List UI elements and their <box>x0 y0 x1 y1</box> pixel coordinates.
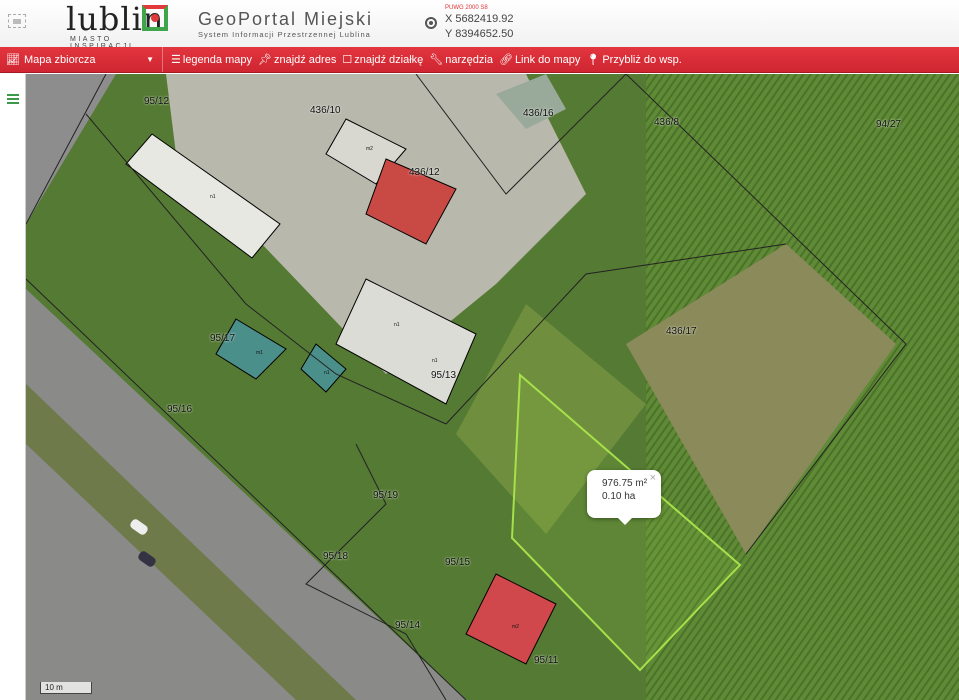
link-icon: 🔗︎ <box>498 54 513 66</box>
close-icon[interactable]: × <box>650 472 656 485</box>
tools-button[interactable]: 🔧︎ narzędzia <box>429 53 493 67</box>
parcel-label: 95/14 <box>395 620 421 631</box>
parcel-label: 95/15 <box>445 557 471 568</box>
parcel-label: 95/13 <box>431 370 457 381</box>
building-label: n1 <box>324 370 330 376</box>
parcel-label: 95/16 <box>167 404 193 415</box>
chevron-down-icon: ▼ <box>146 55 154 64</box>
sidebar <box>0 74 26 700</box>
zoom-to-coords-label: Przybliż do wsp. <box>602 53 682 66</box>
square-icon: ☐ <box>342 54 353 66</box>
map-link-button[interactable]: 🔗︎ Link do mapy <box>498 53 581 67</box>
coord-system: PUWG 2000 S8 <box>445 5 488 11</box>
map-link-label: Link do mapy <box>514 53 581 66</box>
area-popup: × 976.75 m² 0.10 ha <box>587 470 661 525</box>
header: lublin MIASTO INSPIRACJI GeoPortal Miejs… <box>0 0 959 50</box>
app-subtitle: System Informacji Przestrzennej Lublina <box>198 30 371 39</box>
building-label: n1 <box>210 194 216 200</box>
logo-mark-icon <box>142 5 168 31</box>
parcel-label: 95/12 <box>144 96 170 107</box>
map-canvas[interactable]: 95/12 436/10 436/16 436/8 94/27 436/12 4… <box>26 74 959 700</box>
building-label: n1 <box>394 322 400 328</box>
fullscreen-icon[interactable] <box>8 14 26 28</box>
find-address-label: znajdź adres <box>273 53 337 66</box>
find-parcel-button[interactable]: ☐ znajdź działkę <box>342 53 424 67</box>
list-icon: ☰ <box>171 54 181 66</box>
coord-y: Y 8394652.50 <box>445 28 514 40</box>
parcel-label: 436/12 <box>409 167 440 178</box>
chart-line-icon: 📈︎ <box>6 54 20 66</box>
pin-icon: 📌︎ <box>257 54 272 66</box>
toolbar: 📈︎ Mapa zbiorcza ▼ ☰ legenda mapy 📌︎ znajd… <box>0 47 959 73</box>
parcel-label: 436/16 <box>523 108 554 119</box>
lublin-logo[interactable]: lublin MIASTO INSPIRACJI <box>38 0 173 50</box>
zoom-to-coords-button[interactable]: 📍︎ Przybliż do wsp. <box>586 53 682 67</box>
coord-x: X 5682419.92 <box>445 13 514 25</box>
parcel-label: 436/17 <box>666 326 697 337</box>
scale-bar: 10 m <box>40 682 92 694</box>
building-label: m2 <box>512 624 519 630</box>
parcel-label: 95/11 <box>534 655 559 666</box>
app-title: GeoPortal Miejski <box>198 9 374 29</box>
wrench-icon: 🔧︎ <box>429 54 444 66</box>
map-select-value: Mapa zbiorcza <box>23 53 96 66</box>
find-parcel-label: znajdź działkę <box>354 53 424 66</box>
marker-icon: 📍︎ <box>586 54 601 66</box>
building-label: n1 <box>432 358 438 364</box>
find-address-button[interactable]: 📌︎ znajdź adres <box>257 53 337 67</box>
parcel-label: 95/18 <box>323 551 349 562</box>
aerial-image <box>26 74 959 700</box>
legend-label: legenda mapy <box>182 53 252 66</box>
tools-label: narzędzia <box>445 53 493 66</box>
hamburger-menu-icon[interactable] <box>7 94 19 104</box>
building-label: m2 <box>366 146 373 152</box>
parcel-label: 95/19 <box>373 490 399 501</box>
parcel-label: 95/17 <box>210 333 236 344</box>
parcel-label: 94/27 <box>876 119 902 130</box>
parcel-label: 436/8 <box>654 117 680 128</box>
legend-button[interactable]: ☰ legenda mapy <box>171 53 252 67</box>
target-icon[interactable] <box>425 17 437 29</box>
parcel-label: 436/10 <box>310 105 341 116</box>
map-select[interactable]: 📈︎ Mapa zbiorcza ▼ <box>0 47 163 72</box>
building-label: m1 <box>256 350 263 356</box>
popup-hectares: 0.10 ha <box>602 491 636 502</box>
